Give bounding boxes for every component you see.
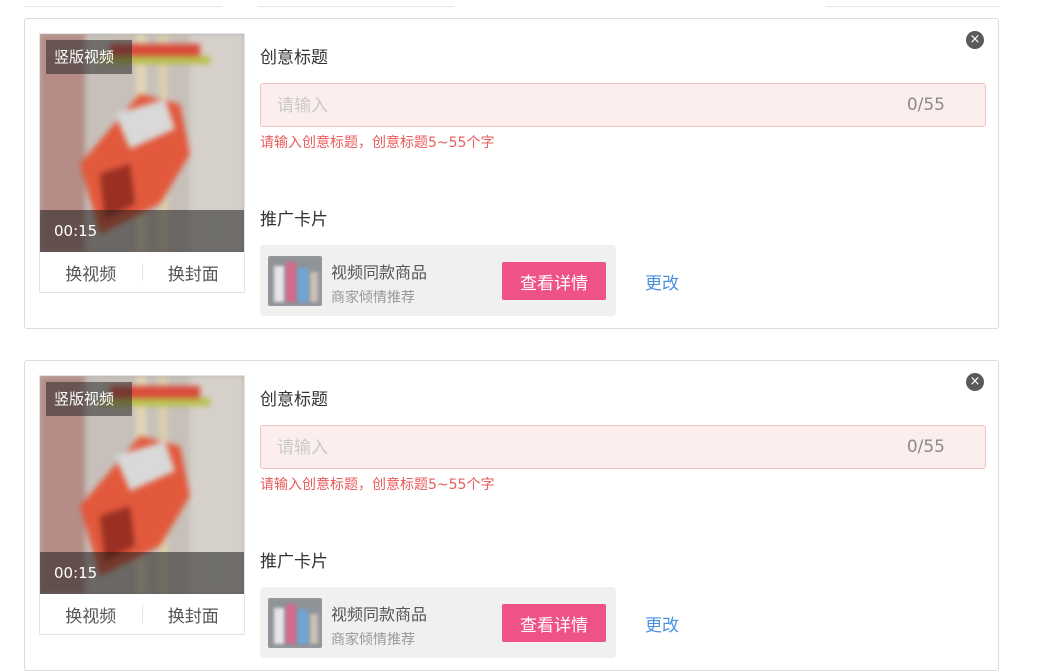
video-preview: 竖版视频 00:15 换视频 换封面 [39,375,245,635]
close-icon[interactable]: × [966,31,984,49]
promo-card: 视频同款商品 商家倾情推荐 查看详情 [260,587,616,658]
promo-subtitle: 商家倾情推荐 [331,632,415,648]
replace-video-button[interactable]: 换视频 [40,260,142,285]
video-duration: 00:15 [40,552,244,594]
replace-cover-button[interactable]: 换封面 [143,602,245,627]
top-divider-right [826,0,1000,7]
close-icon[interactable]: × [966,373,984,391]
view-details-button[interactable]: 查看详情 [502,604,606,642]
video-thumbnail[interactable]: 竖版视频 00:15 [40,34,244,252]
video-duration: 00:15 [40,210,244,252]
change-link[interactable]: 更改 [645,269,679,294]
creative-title-field: 0/55 [260,425,986,470]
change-link[interactable]: 更改 [645,611,679,636]
promo-card: 视频同款商品 商家倾情推荐 查看详情 [260,245,616,316]
replace-video-button[interactable]: 换视频 [40,602,142,627]
product-image [268,256,322,306]
promo-card-label: 推广卡片 [260,210,328,230]
promo-title: 视频同款商品 [331,263,428,282]
promo-title: 视频同款商品 [331,605,428,624]
video-actions: 换视频 换封面 [40,252,244,292]
video-thumbnail[interactable]: 竖版视频 00:15 [40,376,244,594]
top-divider-middle [258,0,454,7]
product-image [268,598,322,648]
view-details-button[interactable]: 查看详情 [502,262,606,300]
char-counter: 0/55 [906,437,945,457]
creative-title-field: 0/55 [260,83,986,128]
creative-title-input[interactable] [261,84,879,128]
video-format-tag: 竖版视频 [46,382,132,416]
char-counter: 0/55 [906,95,945,115]
promo-card-label: 推广卡片 [260,552,328,572]
video-actions: 换视频 换封面 [40,594,244,634]
creative-title-label: 创意标题 [260,390,328,410]
replace-cover-button[interactable]: 换封面 [143,260,245,285]
video-format-tag: 竖版视频 [46,40,132,74]
creative-title-input[interactable] [261,426,879,470]
promo-subtitle: 商家倾情推荐 [331,290,415,306]
video-preview: 竖版视频 00:15 换视频 换封面 [39,33,245,293]
creative-card-1: 竖版视频 00:15 换视频 换封面 创意标题 0/55 请输入创意标题，创意标… [24,18,999,329]
creative-card-2: 竖版视频 00:15 换视频 换封面 创意标题 0/55 请输入创意标题，创意标… [24,360,999,671]
top-divider-left [24,0,222,7]
creative-title-label: 创意标题 [260,48,328,68]
title-error-message: 请输入创意标题，创意标题5~55个字 [260,135,495,151]
title-error-message: 请输入创意标题，创意标题5~55个字 [260,477,495,493]
